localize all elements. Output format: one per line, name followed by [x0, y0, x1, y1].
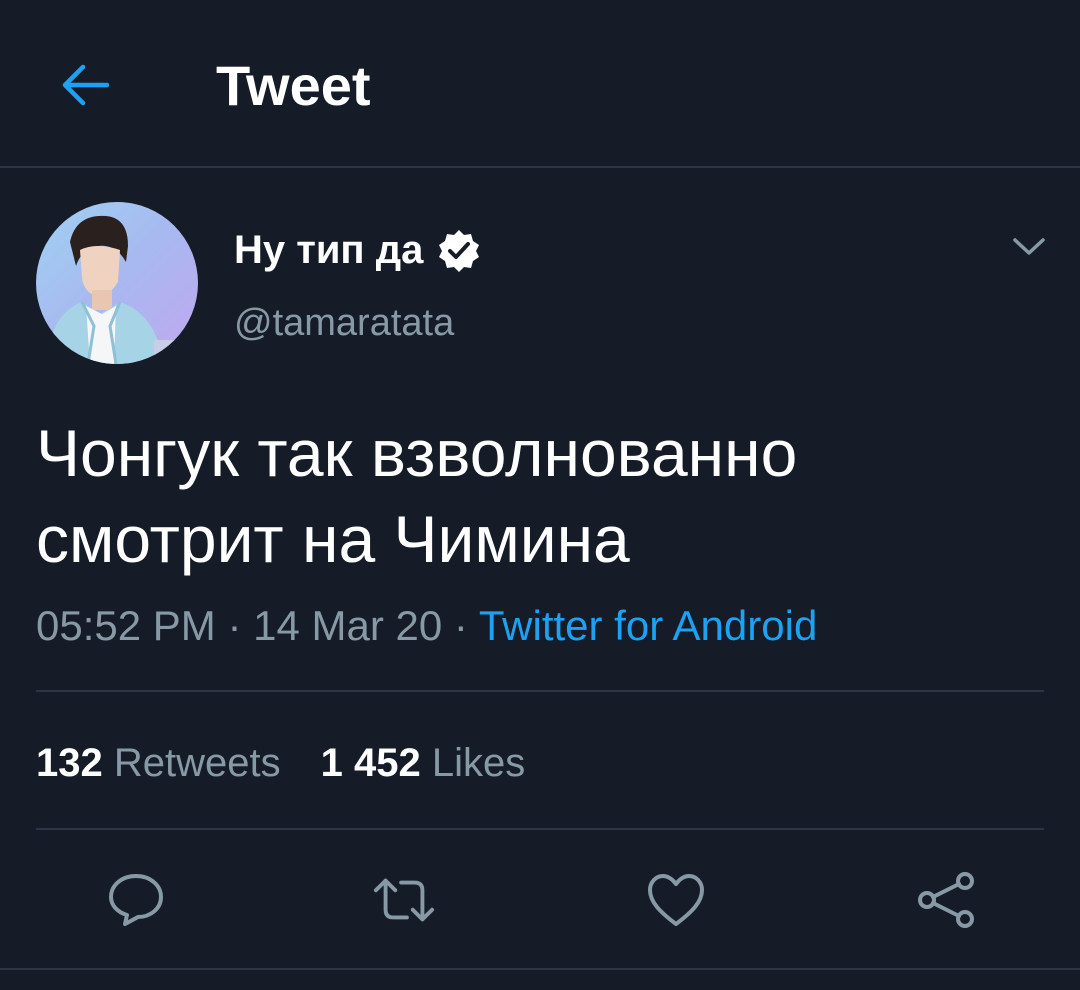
likes-stat[interactable]: 1 452 Likes	[321, 736, 526, 790]
meta-separator: ·	[453, 602, 468, 649]
like-icon	[648, 874, 704, 926]
tweet-source-link[interactable]: Twitter for Android	[479, 602, 817, 649]
retweet-button[interactable]	[372, 868, 436, 932]
meta-separator: ·	[227, 602, 242, 649]
tweet-time: 05:52 PM	[36, 602, 216, 649]
author-handle[interactable]: @tamaratata	[234, 298, 454, 348]
reply-icon	[109, 874, 163, 926]
tweet-detail-screen: Tweet Ну тип да @tamaratata Чонгук так в…	[0, 0, 1080, 990]
retweets-count: 132	[36, 741, 103, 785]
like-button[interactable]	[644, 868, 708, 932]
tweet-stats: 132 Retweets 1 452 Likes	[36, 736, 525, 790]
avatar-image	[36, 202, 198, 364]
share-icon	[918, 872, 974, 928]
tweet-text: Чонгук так взволнованно смотрит на Чимин…	[36, 416, 798, 576]
display-name: Ну тип да	[234, 228, 424, 272]
chevron-down-icon	[1013, 238, 1045, 255]
likes-label: Likes	[431, 741, 526, 785]
arrow-left-icon	[62, 64, 110, 106]
divider	[0, 968, 1080, 970]
divider	[36, 690, 1044, 692]
avatar[interactable]	[36, 202, 198, 364]
share-button[interactable]	[914, 868, 978, 932]
verified-badge-icon	[439, 230, 480, 272]
tweet-date: 14 Mar 20	[253, 602, 443, 649]
divider	[36, 828, 1044, 830]
retweet-icon	[373, 878, 435, 922]
top-bar: Tweet	[0, 0, 1080, 168]
retweets-stat[interactable]: 132 Retweets	[36, 736, 281, 790]
author-name-row[interactable]: Ну тип да	[234, 224, 481, 276]
likes-count: 1 452	[320, 741, 421, 785]
tweet-options-button[interactable]	[1004, 222, 1054, 272]
reply-button[interactable]	[104, 868, 168, 932]
tweet-meta: 05:52 PM · 14 Mar 20 · Twitter for Andro…	[36, 598, 817, 654]
back-button[interactable]	[56, 56, 114, 114]
retweets-label: Retweets	[113, 741, 281, 785]
page-title: Tweet	[216, 54, 371, 117]
